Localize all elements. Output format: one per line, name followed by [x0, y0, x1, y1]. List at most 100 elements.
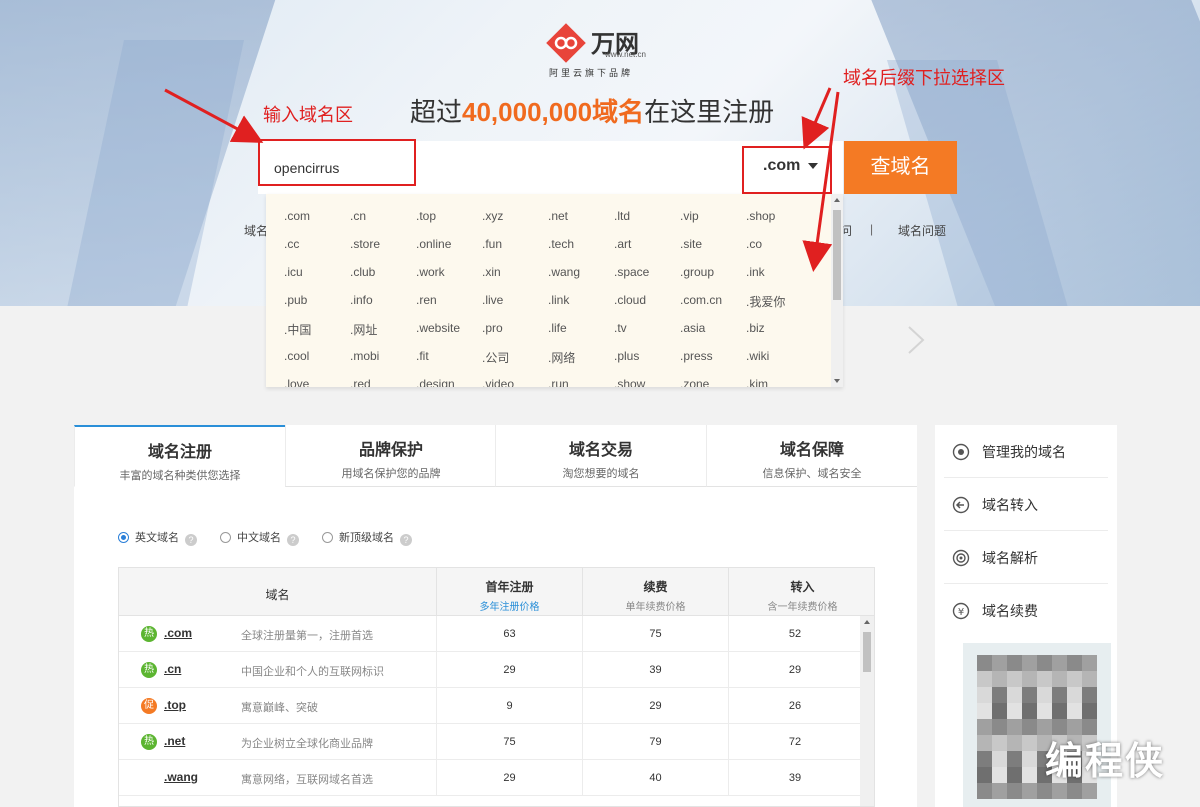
suffix-option[interactable]: .xin	[482, 265, 501, 279]
suffix-option[interactable]: .online	[416, 237, 451, 251]
suffix-option[interactable]: .shop	[746, 209, 775, 223]
qr-pixel	[1007, 735, 1022, 751]
suffix-option[interactable]: .love	[284, 377, 309, 387]
suffix-option[interactable]: .info	[350, 293, 373, 307]
scrollbar-thumb[interactable]	[863, 632, 871, 672]
suffix-option[interactable]: .website	[416, 321, 460, 335]
tab-domain-security[interactable]: 域名保障 信息保护、域名安全	[706, 425, 917, 487]
filter-new-tld[interactable]: 新顶级域名?	[322, 529, 412, 546]
filter-english-domain[interactable]: 英文域名?	[118, 529, 197, 546]
tab-domain-register[interactable]: 域名注册 丰富的域名种类供您选择	[74, 425, 285, 487]
tab-brand-protection[interactable]: 品牌保护 用域名保护您的品牌	[285, 425, 496, 487]
suffix-option[interactable]: .pub	[284, 293, 307, 307]
suffix-option[interactable]: .video	[482, 377, 514, 387]
suffix-option[interactable]: .cool	[284, 349, 309, 363]
dropdown-scrollbar[interactable]	[831, 194, 843, 387]
suffix-option[interactable]: .run	[548, 377, 569, 387]
qr-pixel	[1022, 671, 1037, 687]
filter-chinese-domain[interactable]: 中文域名?	[220, 529, 299, 546]
suffix-option[interactable]: .press	[680, 349, 713, 363]
suffix-option[interactable]: .life	[548, 321, 567, 335]
suffix-option[interactable]: .网址	[350, 321, 377, 338]
suffix-option[interactable]: .site	[680, 237, 702, 251]
suffix-option[interactable]: .中国	[284, 321, 311, 338]
suffix-option[interactable]: .fit	[416, 349, 429, 363]
suffix-option[interactable]: .ltd	[614, 209, 630, 223]
qr-pixel	[1052, 783, 1067, 799]
hero-link-faq[interactable]: 域名问题	[898, 222, 946, 239]
hero-link-left[interactable]: 域名	[244, 222, 268, 239]
suffix-option[interactable]: .cn	[350, 209, 366, 223]
domain-suffix-link[interactable]: .wang	[164, 770, 198, 784]
suffix-option[interactable]: .fun	[482, 237, 502, 251]
table-scrollbar[interactable]	[860, 616, 874, 806]
qr-pixel	[1052, 671, 1067, 687]
scroll-down-arrow-icon[interactable]	[834, 379, 840, 383]
search-domain-button[interactable]: 查域名	[844, 141, 957, 194]
suffix-option[interactable]: .网络	[548, 349, 575, 366]
logo-mark-icon	[546, 23, 586, 63]
suffix-option[interactable]: .tv	[614, 321, 627, 335]
domain-suffix-link[interactable]: .top	[164, 698, 186, 712]
chevron-right-icon[interactable]	[905, 325, 927, 355]
suffix-option[interactable]: .live	[482, 293, 503, 307]
suffix-option[interactable]: .plus	[614, 349, 639, 363]
suffix-option[interactable]: .red	[350, 377, 371, 387]
suffix-option[interactable]: .link	[548, 293, 569, 307]
suffix-option[interactable]: .art	[614, 237, 631, 251]
suffix-option[interactable]: .design	[416, 377, 455, 387]
multi-year-price-link[interactable]: 多年注册价格	[437, 598, 582, 613]
suffix-option[interactable]: .co	[746, 237, 762, 251]
scroll-up-arrow-icon[interactable]	[864, 620, 870, 624]
suffix-option[interactable]: .cloud	[614, 293, 646, 307]
suffix-option[interactable]: .cc	[284, 237, 299, 251]
suffix-option[interactable]: .club	[350, 265, 375, 279]
side-item-transfer-in[interactable]: 域名转入	[944, 478, 1108, 531]
suffix-option[interactable]: .vip	[680, 209, 699, 223]
domain-suffix-link[interactable]: .com	[164, 626, 192, 640]
suffix-option[interactable]: .icu	[284, 265, 303, 279]
qr-pixel	[1067, 783, 1082, 799]
suffix-option[interactable]: .work	[416, 265, 445, 279]
domain-suffix-link[interactable]: .net	[164, 734, 185, 748]
suffix-option[interactable]: .pro	[482, 321, 503, 335]
suffix-option[interactable]: .top	[416, 209, 436, 223]
side-item-dns[interactable]: 域名解析	[944, 531, 1108, 584]
suffix-option[interactable]: .tech	[548, 237, 574, 251]
radio-button[interactable]	[118, 532, 129, 543]
suffix-option[interactable]: .kim	[746, 377, 768, 387]
help-icon[interactable]: ?	[400, 534, 412, 546]
suffix-option[interactable]: .wang	[548, 265, 580, 279]
suffix-option[interactable]: .mobi	[350, 349, 379, 363]
suffix-option[interactable]: .公司	[482, 349, 509, 366]
domain-description: 中国企业和个人的互联网标识	[241, 666, 384, 678]
domain-suffix-link[interactable]: .cn	[164, 662, 181, 676]
scroll-up-arrow-icon[interactable]	[834, 198, 840, 202]
tab-domain-trade[interactable]: 域名交易 淘您想要的域名	[495, 425, 706, 487]
suffix-option[interactable]: .asia	[680, 321, 705, 335]
renew-price: 79	[582, 724, 728, 760]
brand-logo[interactable]: 万网 www.net.cn 阿里云旗下品牌	[545, 22, 655, 78]
suffix-option[interactable]: .xyz	[482, 209, 503, 223]
help-icon[interactable]: ?	[287, 534, 299, 546]
help-icon[interactable]: ?	[185, 534, 197, 546]
qr-pixel	[1082, 687, 1097, 703]
suffix-option[interactable]: .我爱你	[746, 293, 785, 310]
suffix-option[interactable]: .ren	[416, 293, 437, 307]
suffix-option[interactable]: .com	[284, 209, 310, 223]
suffix-option[interactable]: .biz	[746, 321, 765, 335]
suffix-option[interactable]: .space	[614, 265, 649, 279]
suffix-option[interactable]: .com.cn	[680, 293, 722, 307]
suffix-option[interactable]: .show	[614, 377, 645, 387]
suffix-option[interactable]: .zone	[680, 377, 709, 387]
radio-button[interactable]	[322, 532, 333, 543]
radio-button[interactable]	[220, 532, 231, 543]
suffix-option[interactable]: .group	[680, 265, 714, 279]
side-item-renew[interactable]: ¥ 域名续费	[944, 584, 1108, 637]
suffix-option[interactable]: .net	[548, 209, 568, 223]
scrollbar-thumb[interactable]	[833, 210, 841, 300]
suffix-option[interactable]: .wiki	[746, 349, 769, 363]
side-item-manage-domains[interactable]: 管理我的域名	[944, 425, 1108, 478]
suffix-option[interactable]: .ink	[746, 265, 765, 279]
suffix-option[interactable]: .store	[350, 237, 380, 251]
